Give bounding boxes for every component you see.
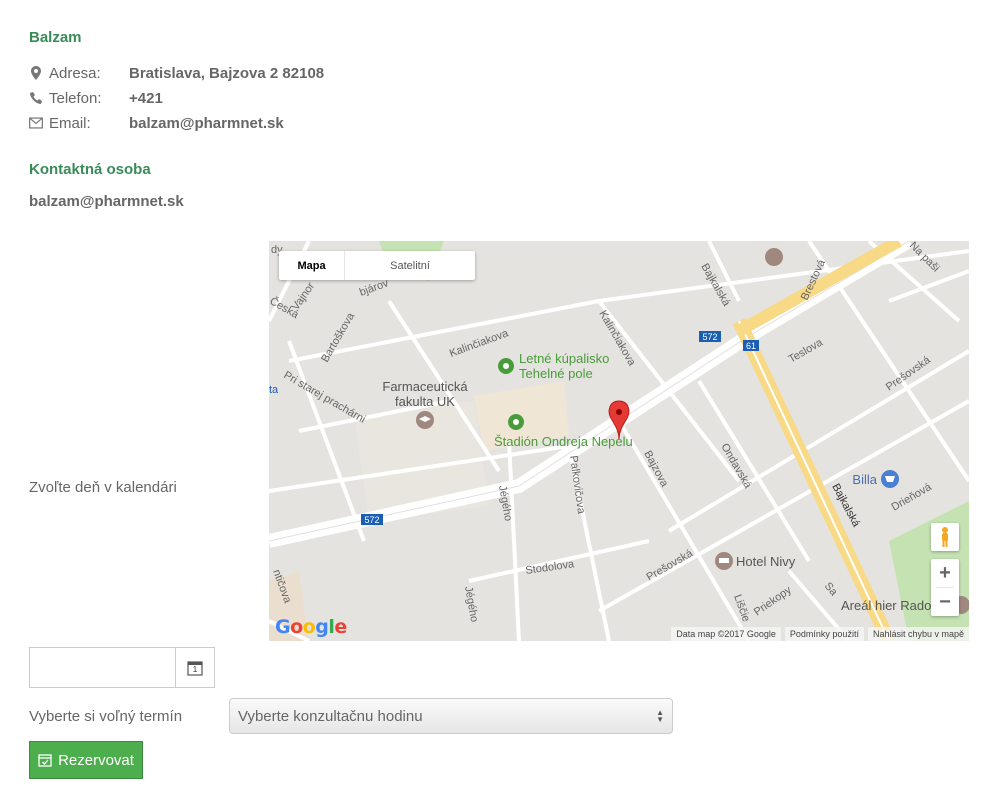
calendar-check-icon xyxy=(38,754,52,767)
street-sa: Sa xyxy=(822,580,840,599)
map-footer: Data map ©2017 Google Podmínky použití N… xyxy=(667,627,969,641)
poi-stadium xyxy=(508,414,524,430)
poi-stadium-label: Štadión Ondreja Nepelu xyxy=(494,434,633,449)
contact-email: balzam@pharmnet.sk xyxy=(29,193,184,210)
poi-pool xyxy=(498,358,514,374)
poi-faculty-label-1: Farmaceutická xyxy=(382,379,468,394)
road-badge-61-text: 61 xyxy=(746,341,756,351)
road-badge-572a-text: 572 xyxy=(702,332,717,342)
poi-pool-label-2: Tehelné pole xyxy=(519,366,593,381)
contact-title: Kontaktná osoba xyxy=(29,161,151,178)
phone-label: Telefon: xyxy=(49,89,102,107)
poi-hotel-label: Hotel Nivy xyxy=(736,554,796,569)
google-map[interactable]: 572 61 572 Kalinčiakova Kalinčiakova Baj… xyxy=(269,241,969,641)
phone-row: Telefon: +421 xyxy=(29,88,163,108)
calendar-icon: 1 xyxy=(187,660,203,676)
poi-top xyxy=(765,248,783,266)
map-type-satellite-button[interactable]: Satelitní xyxy=(345,251,475,280)
poi-billa-label: Billa xyxy=(852,472,877,487)
street-ta: ta xyxy=(269,384,279,396)
poi-billa xyxy=(881,470,899,488)
google-logo: Google xyxy=(275,616,347,638)
email-link[interactable]: balzam@pharmnet.sk xyxy=(129,115,284,132)
street-view-pegman-icon[interactable] xyxy=(931,523,959,551)
poi-areal-label: Areál hier Rado xyxy=(841,598,931,613)
street-presovska-2: Prešovská xyxy=(645,547,696,584)
zoom-in-button[interactable]: + xyxy=(931,559,959,587)
street-kalinciakova-1: Kalinčiakova xyxy=(448,327,511,360)
map-marker-icon xyxy=(29,65,43,81)
street-pri-starej: Pri starej prachárni xyxy=(282,369,368,426)
street-teslova: Teslova xyxy=(787,336,826,365)
map-terms-link[interactable]: Podmínky použití xyxy=(784,627,864,641)
phone-value: +421 xyxy=(129,89,163,107)
map-report-link[interactable]: Nahlásit chybu v mapě xyxy=(867,627,969,641)
reserve-button[interactable]: Rezervovat xyxy=(29,741,143,779)
street-bartoskova: Bartoškova xyxy=(319,310,357,364)
address-label: Adresa: xyxy=(49,64,101,82)
calendar-button[interactable]: 1 xyxy=(175,647,215,688)
zoom-control: + − xyxy=(931,559,959,616)
envelope-icon xyxy=(29,115,43,131)
street-drienova: Drieňová xyxy=(890,481,935,514)
poi-pool-label-1: Letné kúpalisko xyxy=(519,351,609,366)
poi-hotel xyxy=(715,552,733,570)
map-attribution: Data map ©2017 Google xyxy=(671,627,781,641)
street-priekopy: Priekopy xyxy=(752,584,794,619)
map-type-control: Mapa Satelitní xyxy=(279,251,475,280)
map-type-map-button[interactable]: Mapa xyxy=(279,251,345,280)
road-badge-572b-text: 572 xyxy=(364,515,379,525)
company-name: Balzam xyxy=(29,29,82,46)
reserve-label: Rezervovat xyxy=(58,751,134,769)
street-ondavska: Ondavská xyxy=(718,442,754,492)
date-input[interactable] xyxy=(29,647,175,688)
street-jegeho-2: Jégého xyxy=(462,585,480,623)
poi-faculty xyxy=(416,411,434,429)
map-canvas[interactable]: 572 61 572 Kalinčiakova Kalinčiakova Baj… xyxy=(269,241,969,641)
zoom-out-button[interactable]: − xyxy=(931,588,959,616)
street-palkovicova: Palkovičova xyxy=(567,455,587,516)
term-label: Vyberte si voľný termín xyxy=(29,708,183,725)
street-obajarov: bjárov xyxy=(358,277,391,299)
email-label: Email: xyxy=(49,114,91,132)
consultation-hour-select[interactable]: Vyberte konzultačnu hodinu ▲ ▼ xyxy=(229,698,673,734)
select-value: Vyberte konzultačnu hodinu xyxy=(238,707,423,725)
street-stodolova: Stodolova xyxy=(525,558,576,577)
address-row: Adresa: Bratislava, Bajzova 2 82108 xyxy=(29,63,324,83)
poi-faculty-label-2: fakulta UK xyxy=(395,394,455,409)
email-row: Email: balzam@pharmnet.sk xyxy=(29,113,284,133)
phone-icon xyxy=(29,90,43,106)
calendar-label: Zvoľte deň v kalendári xyxy=(29,479,177,496)
select-arrows-icon: ▲ ▼ xyxy=(656,708,664,724)
address-value: Bratislava, Bajzova 2 82108 xyxy=(129,64,325,82)
